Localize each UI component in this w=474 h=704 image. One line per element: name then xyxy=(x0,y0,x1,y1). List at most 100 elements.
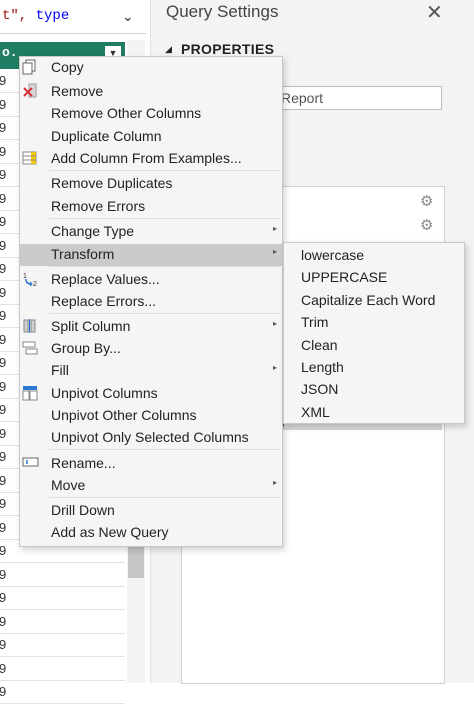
cell-value: 9 xyxy=(0,472,7,488)
menu-item-label: Unpivot Only Selected Columns xyxy=(51,429,249,445)
menu-item-unpivot-other-columns[interactable]: Unpivot Other Columns xyxy=(20,405,282,427)
query-name-input[interactable] xyxy=(274,86,442,110)
svg-text:2: 2 xyxy=(33,281,37,287)
cell-value: 9 xyxy=(0,190,7,206)
menu-separator xyxy=(49,170,280,171)
cell-value: 9 xyxy=(0,425,7,441)
table-row[interactable]: 9 xyxy=(0,586,125,610)
menu-item-label: Transform xyxy=(51,246,115,262)
submenu-item-uppercase[interactable]: UPPERCASE xyxy=(284,267,462,289)
submenu-item-xml[interactable]: XML xyxy=(284,402,462,424)
cell-value: 9 xyxy=(0,660,7,676)
menu-item-drill-down[interactable]: Drill Down xyxy=(20,500,282,522)
submenu-item-json[interactable]: JSON xyxy=(284,379,462,401)
unpivot-icon xyxy=(22,385,42,403)
cell-value: 9 xyxy=(0,378,7,394)
cell-value: 9 xyxy=(0,402,7,417)
menu-item-group-by[interactable]: Group By... xyxy=(20,338,282,360)
cell-value: 9 xyxy=(0,284,7,300)
submenu-arrow-icon: ▸ xyxy=(273,319,278,328)
cell-value: 9 xyxy=(0,120,7,135)
menu-item-remove-duplicates[interactable]: Remove Duplicates xyxy=(20,173,282,195)
submenu-arrow-icon: ▸ xyxy=(273,247,278,256)
menu-item-label: Fill xyxy=(51,362,69,378)
submenu-item-label: Capitalize Each Word xyxy=(301,291,436,308)
menu-separator xyxy=(49,218,280,219)
cell-value: 9 xyxy=(0,96,7,112)
menu-item-label: Group By... xyxy=(51,340,121,356)
menu-separator xyxy=(49,266,280,267)
menu-item-replace-errors[interactable]: Replace Errors... xyxy=(20,291,282,313)
submenu-arrow-icon: ▸ xyxy=(273,363,278,372)
submenu-item-label: Clean xyxy=(301,336,338,353)
menu-item-replace-values[interactable]: 1 2 Replace Values... xyxy=(20,269,282,291)
cell-value: 9 xyxy=(0,237,7,253)
submenu-item-capitalize-each-word[interactable]: Capitalize Each Word xyxy=(284,290,462,312)
menu-item-unpivot-columns[interactable]: Unpivot Columns xyxy=(20,383,282,405)
menu-item-transform[interactable]: Transform ▸ xyxy=(20,244,282,266)
table-row[interactable]: 9 xyxy=(0,657,125,681)
submenu-item-label: lowercase xyxy=(301,247,365,263)
formula-bar[interactable]: t", type ⌄ xyxy=(0,0,146,34)
table-row[interactable]: 9 xyxy=(0,633,125,657)
query-settings-title: Query Settings xyxy=(166,2,279,21)
gear-icon[interactable]: ⚙ xyxy=(420,216,433,234)
cell-value: 9 xyxy=(0,214,7,229)
menu-item-add-column-from-examples[interactable]: Add Column From Examples... xyxy=(20,148,282,170)
menu-item-move[interactable]: Move ▸ xyxy=(20,475,282,497)
menu-separator xyxy=(49,449,280,450)
column-header-label: o. xyxy=(2,45,18,60)
formula-expand-chevron-icon[interactable]: ⌄ xyxy=(122,8,134,25)
cell-value: 9 xyxy=(0,590,7,605)
svg-text:1: 1 xyxy=(23,273,27,280)
replace-values-icon: 12 xyxy=(22,271,42,289)
menu-separator xyxy=(49,313,280,314)
menu-item-copy[interactable]: Copy xyxy=(20,57,282,79)
submenu-item-label: UPPERCASE xyxy=(301,269,388,286)
cell-value: 9 xyxy=(0,261,7,276)
cell-value: 9 xyxy=(0,331,7,347)
group-by-icon xyxy=(22,340,42,358)
rename-icon xyxy=(22,455,42,473)
menu-item-label: Add Column From Examples... xyxy=(51,150,242,166)
submenu-item-lowercase[interactable]: lowercase xyxy=(284,245,462,267)
menu-item-split-column[interactable]: Split Column ▸ xyxy=(20,316,282,338)
menu-item-label: Replace Values... xyxy=(51,271,160,287)
close-icon[interactable]: ✕ xyxy=(426,0,443,25)
cell-value: 9 xyxy=(0,143,7,159)
gear-icon[interactable]: ⚙ xyxy=(420,192,433,210)
menu-item-label: Duplicate Column xyxy=(51,128,162,144)
menu-item-label: Remove Duplicates xyxy=(51,175,173,191)
submenu-item-clean[interactable]: Clean xyxy=(284,335,462,357)
collapse-triangle-icon[interactable]: ◢ xyxy=(165,44,172,55)
menu-item-remove-errors[interactable]: Remove Errors xyxy=(20,196,282,218)
menu-item-remove[interactable]: Remove xyxy=(20,81,282,103)
menu-item-duplicate-column[interactable]: Duplicate Column xyxy=(20,126,282,148)
menu-item-add-as-new-query[interactable]: Add as New Query xyxy=(20,522,282,544)
menu-item-unpivot-only-selected-columns[interactable]: Unpivot Only Selected Columns xyxy=(20,427,282,449)
menu-item-remove-other-columns[interactable]: Remove Other Columns xyxy=(20,103,282,125)
submenu-arrow-icon: ▸ xyxy=(273,478,278,487)
copy-icon xyxy=(22,59,42,77)
formula-string: t", xyxy=(2,8,28,24)
cell-value: 9 xyxy=(0,684,7,699)
cell-value: 9 xyxy=(0,73,7,88)
add-column-examples-icon xyxy=(22,150,42,168)
menu-item-label: Copy xyxy=(51,59,84,75)
cell-value: 9 xyxy=(0,566,7,582)
submenu-item-label: XML xyxy=(301,403,330,420)
table-row[interactable]: 9 xyxy=(0,610,125,634)
table-row[interactable]: 9 xyxy=(0,563,125,587)
table-row[interactable]: 9 xyxy=(0,680,125,704)
cell-value: 9 xyxy=(0,637,7,652)
menu-item-label: Split Column xyxy=(51,318,131,334)
submenu-item-label: Trim xyxy=(301,314,329,331)
cell-value: 9 xyxy=(0,308,7,323)
submenu-item-trim[interactable]: Trim xyxy=(284,312,462,334)
menu-item-rename[interactable]: Rename... xyxy=(20,453,282,475)
cell-value: 9 xyxy=(0,449,7,464)
menu-item-label: Remove xyxy=(51,83,104,99)
menu-item-change-type[interactable]: Change Type ▸ xyxy=(20,221,282,243)
submenu-item-length[interactable]: Length xyxy=(284,357,462,379)
menu-item-fill[interactable]: Fill ▸ xyxy=(20,360,282,382)
